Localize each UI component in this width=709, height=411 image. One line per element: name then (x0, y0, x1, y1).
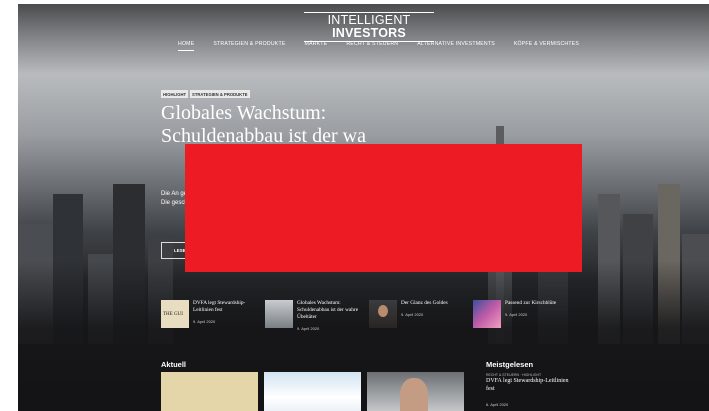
most-read-widget: Meistgelesen RECHT & STEUERN · HIGHLIGHT… (486, 360, 576, 407)
featured-thumbnail[interactable] (265, 300, 293, 328)
article-card-image[interactable] (264, 372, 361, 411)
featured-date: 9. April 2020 (297, 326, 320, 331)
article-card-image[interactable] (367, 372, 464, 411)
most-read-date: 6. April 2020 (486, 402, 509, 407)
featured-item[interactable]: Der Glanz des Goldes 9. April 2020 (369, 300, 473, 332)
featured-thumbnail[interactable] (473, 300, 501, 328)
featured-title[interactable]: DVFA legt Stewardship-Leitlinien fest (193, 300, 245, 313)
nav-item-alternative[interactable]: ALTERNATIVE INVESTMENTS (417, 41, 495, 51)
main-navigation: HOME STRATEGIEN & PRODUKTE MÄRKTE RECHT … (178, 41, 598, 51)
hero-title[interactable]: Globales Wachstum: Schuldenabbau ist der… (161, 102, 391, 148)
page-frame: INTELLIGENT INVESTORS HOME STRATEGIEN & … (18, 4, 709, 411)
featured-thumbnail[interactable] (369, 300, 397, 328)
featured-articles: THE GUI DVFA legt Stewardship-Leitlinien… (161, 300, 577, 332)
logo-text-bold: INVESTORS (332, 26, 406, 40)
site-logo[interactable]: INTELLIGENT INVESTORS (304, 12, 434, 42)
nav-item-maerkte[interactable]: MÄRKTE (305, 41, 328, 51)
featured-title[interactable]: Passend zur Kirschblüte (505, 300, 556, 306)
featured-date: 9. April 2020 (505, 312, 528, 317)
featured-title[interactable]: Globales Wachstum: Schuldenabbau ist der… (297, 300, 358, 320)
most-read-headline[interactable]: DVFA legt Stewardship-Leitlinien fest (486, 378, 576, 393)
featured-item[interactable]: THE GUI DVFA legt Stewardship-Leitlinien… (161, 300, 265, 332)
tag-category[interactable]: STRATEGIEN & PRODUKTE (190, 90, 250, 98)
featured-title[interactable]: Der Glanz des Goldes (401, 300, 448, 306)
section-heading-aktuell: Aktuell (161, 360, 187, 369)
nav-item-koepfe[interactable]: KÖPFE & VERMISCHTES (514, 41, 579, 51)
article-card-image[interactable] (161, 372, 258, 411)
logo-text-light: INTELLIGENT (327, 13, 411, 27)
featured-item[interactable]: Globales Wachstum: Schuldenabbau ist der… (265, 300, 369, 332)
featured-item[interactable]: Passend zur Kirschblüte 9. April 2020 (473, 300, 577, 332)
most-read-meta: RECHT & STEUERN · HIGHLIGHT (486, 373, 542, 377)
thumbnail-text: THE GUI (163, 312, 183, 317)
hero-tags: HIGHLIGHT STRATEGIEN & PRODUKTE (161, 90, 250, 98)
nav-item-strategien[interactable]: STRATEGIEN & PRODUKTE (213, 41, 285, 51)
nav-item-recht[interactable]: RECHT & STEUERN (346, 41, 398, 51)
most-read-title: Meistgelesen (486, 360, 534, 369)
aktuell-cards (161, 372, 464, 411)
featured-thumbnail[interactable]: THE GUI (161, 300, 189, 328)
nav-item-home[interactable]: HOME (178, 41, 195, 51)
tag-highlight[interactable]: HIGHLIGHT (161, 90, 189, 98)
featured-date: 9. April 2020 (401, 312, 424, 317)
redaction-box (185, 144, 582, 272)
featured-date: 9. April 2020 (193, 319, 216, 324)
